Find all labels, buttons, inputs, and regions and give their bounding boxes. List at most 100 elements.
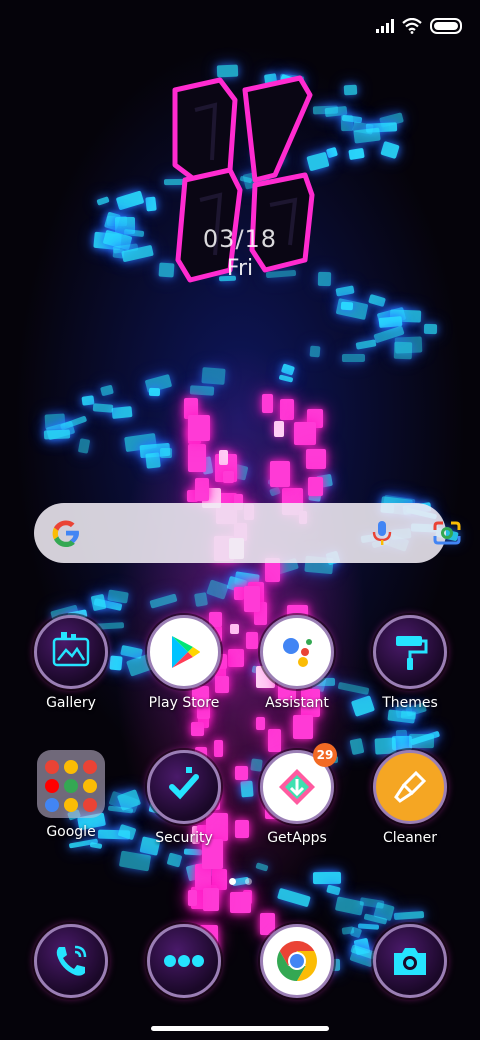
neon-tile xyxy=(78,438,91,455)
google-lens-icon[interactable] xyxy=(432,520,462,546)
app-label: Gallery xyxy=(46,695,96,711)
neon-tile xyxy=(380,140,400,160)
neon-tile xyxy=(355,339,378,351)
neon-tile xyxy=(202,888,220,912)
neon-tile xyxy=(294,421,316,445)
neon-tile xyxy=(201,367,225,385)
neon-tile xyxy=(145,196,158,212)
app-label: Security xyxy=(155,830,213,846)
app-label: Play Store xyxy=(148,695,220,711)
neon-tile xyxy=(44,429,71,440)
clock-date: 03/18 xyxy=(202,225,278,253)
clock-day: Fri xyxy=(226,256,254,281)
neon-tile xyxy=(423,323,437,334)
google-logo-icon xyxy=(52,520,79,547)
page-dot-active xyxy=(228,878,236,885)
app-label: Themes xyxy=(382,695,438,711)
neon-tile xyxy=(393,342,412,360)
dock-phone[interactable] xyxy=(21,924,121,998)
neon-tile xyxy=(409,733,435,748)
neon-tile xyxy=(229,891,251,913)
app-label: Google xyxy=(46,824,96,840)
dock-camera[interactable] xyxy=(360,924,460,998)
neon-tile xyxy=(278,374,294,383)
neon-tile xyxy=(234,587,244,600)
neon-tile xyxy=(189,385,215,397)
phone-icon xyxy=(34,924,108,998)
google-search-bar[interactable] xyxy=(34,503,461,563)
app-label: GetApps xyxy=(267,830,327,846)
neon-tile xyxy=(343,84,357,96)
neon-tile xyxy=(187,443,207,473)
page-dot xyxy=(244,878,252,885)
app-security[interactable]: Security xyxy=(134,750,234,846)
assistant-icon xyxy=(260,615,334,689)
gesture-navigation-bar[interactable] xyxy=(151,1026,329,1031)
folder-google[interactable]: Google xyxy=(21,750,121,840)
signal-icon xyxy=(376,19,394,33)
neon-tile xyxy=(255,862,270,872)
google-folder-icon xyxy=(37,750,105,818)
neon-tile xyxy=(269,460,290,487)
app-themes[interactable]: Themes xyxy=(360,615,460,711)
app-assistant[interactable]: Assistant xyxy=(247,615,347,711)
neon-tile xyxy=(273,420,284,437)
notification-badge: 29 xyxy=(313,743,337,767)
neon-tile xyxy=(308,476,324,496)
neon-tile xyxy=(325,146,339,159)
voice-search-mic-icon[interactable] xyxy=(370,519,394,547)
getapps-icon: 29 xyxy=(260,743,337,824)
neon-tile xyxy=(89,841,103,850)
neon-tile xyxy=(188,890,197,907)
neon-tile xyxy=(183,848,202,856)
neon-tile xyxy=(99,384,114,397)
battery-icon xyxy=(430,18,462,34)
neon-tile xyxy=(306,448,326,469)
play-store-icon xyxy=(147,615,221,689)
neon-tile xyxy=(348,147,365,160)
neon-tile xyxy=(262,393,274,414)
neon-tile xyxy=(394,910,425,921)
neon-tile xyxy=(280,398,295,421)
neon-tile xyxy=(277,888,311,908)
app-getapps[interactable]: 29 GetApps xyxy=(247,743,347,846)
dock-messages[interactable] xyxy=(134,924,234,998)
app-play-store[interactable]: Play Store xyxy=(134,615,234,711)
dock-chrome[interactable] xyxy=(247,924,347,998)
gallery-icon xyxy=(34,615,108,689)
neon-tile xyxy=(269,486,282,497)
neon-tile xyxy=(92,403,114,413)
neon-tile xyxy=(118,850,152,872)
neon-tile xyxy=(149,593,178,610)
neon-tile xyxy=(144,452,160,469)
neon-tile xyxy=(293,715,314,740)
neon-tile xyxy=(149,388,161,397)
neon-tile xyxy=(96,196,110,206)
neon-tile xyxy=(191,721,204,737)
neon-tile xyxy=(326,884,342,896)
app-gallery[interactable]: Gallery xyxy=(21,615,121,711)
paint-roller-icon xyxy=(373,615,447,689)
neon-tile xyxy=(193,592,208,607)
neon-tile xyxy=(166,852,183,869)
app-cleaner[interactable]: Cleaner xyxy=(360,750,460,846)
neon-tile xyxy=(244,585,261,612)
app-label: Cleaner xyxy=(382,830,438,846)
neon-tile xyxy=(334,285,354,297)
neon-tile xyxy=(235,765,248,780)
neon-tile xyxy=(256,716,265,731)
neon-tile xyxy=(340,301,354,310)
neon-tile xyxy=(222,470,234,484)
neon-tile xyxy=(400,710,417,720)
neon-tile xyxy=(205,579,229,601)
broom-icon xyxy=(373,750,447,824)
neon-tile xyxy=(159,448,172,459)
security-check-icon xyxy=(147,750,221,824)
neon-tile xyxy=(111,405,134,420)
neon-tile xyxy=(367,293,386,308)
app-label: Assistant xyxy=(265,695,329,711)
neon-tile xyxy=(353,127,382,144)
neon-tile xyxy=(90,593,107,611)
neon-tile xyxy=(267,729,281,752)
neon-tile xyxy=(341,353,365,362)
